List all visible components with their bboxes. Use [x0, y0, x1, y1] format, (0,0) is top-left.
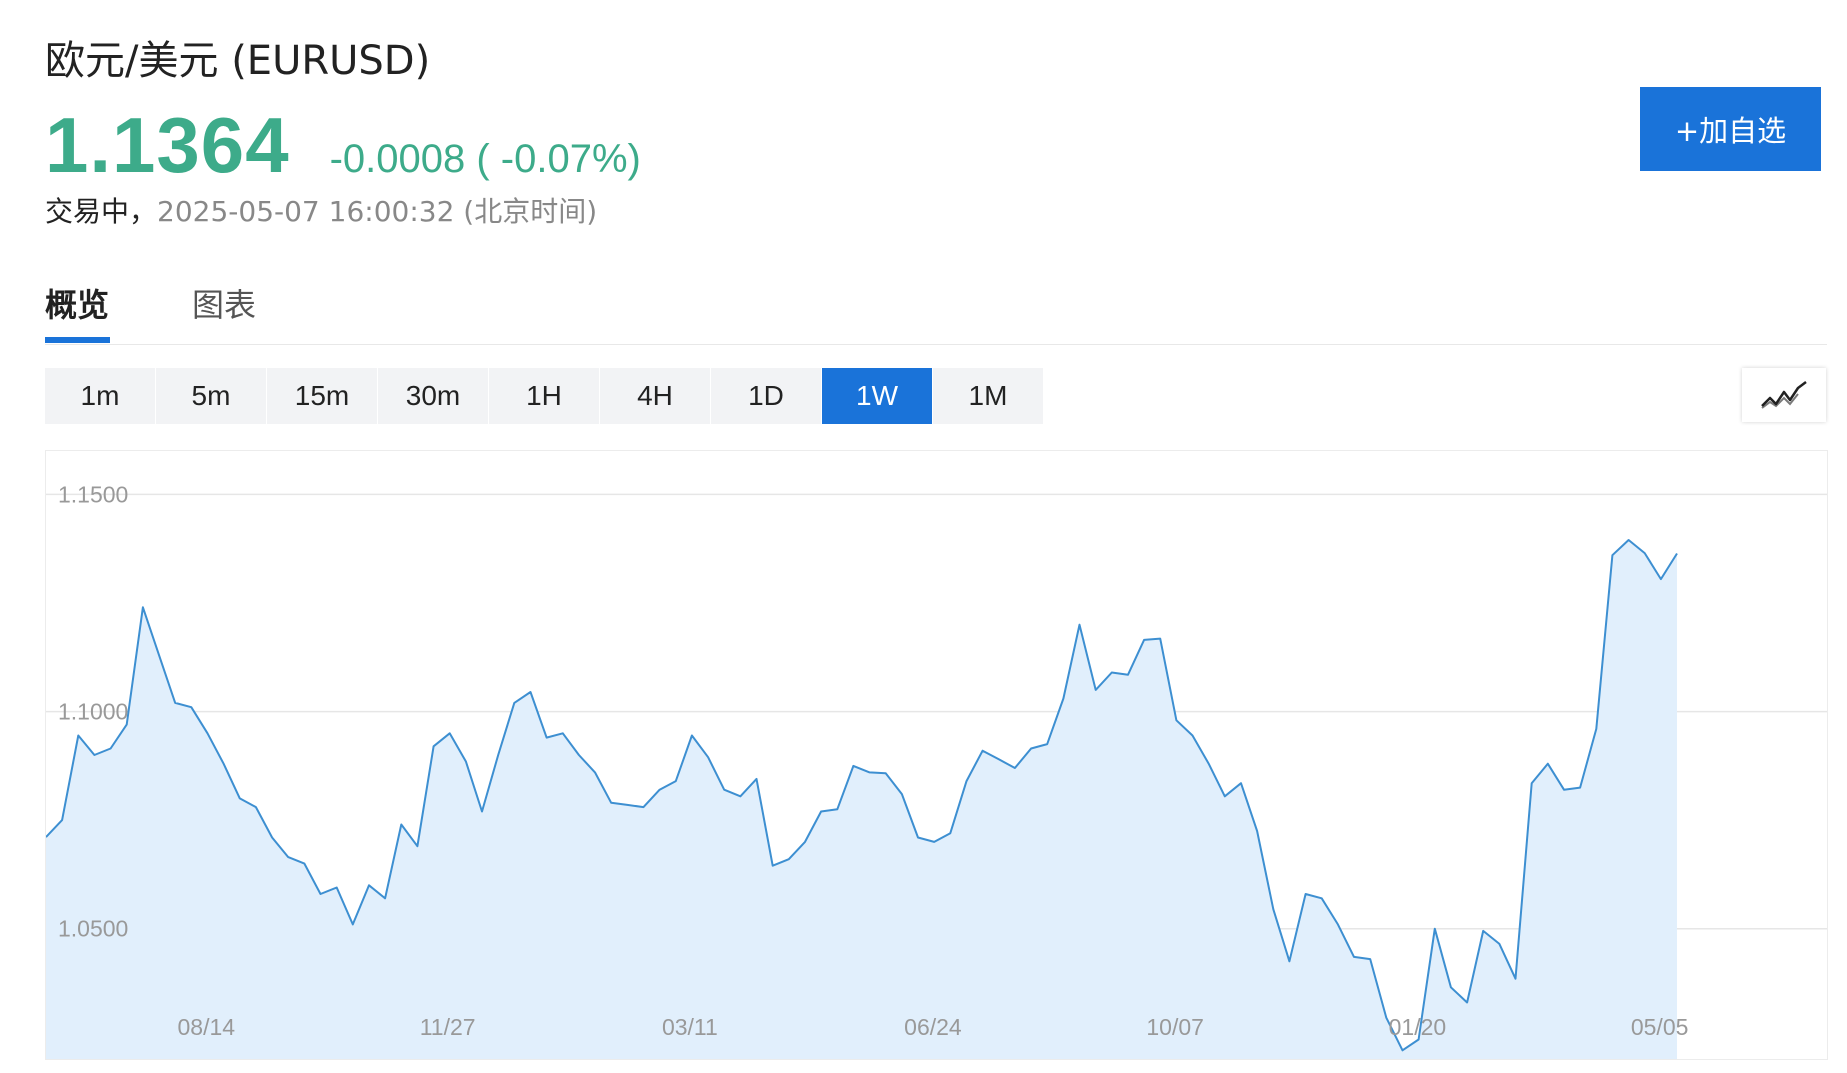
- current-price: 1.1364: [45, 101, 290, 189]
- period-1m[interactable]: 1m: [45, 368, 155, 424]
- y-tick-label: 1.1000: [58, 699, 128, 725]
- period-1h[interactable]: 1H: [489, 368, 599, 424]
- line-chart-icon: [1761, 381, 1807, 409]
- x-tick-label: 03/11: [662, 1014, 718, 1040]
- chart-type-button[interactable]: [1742, 368, 1826, 422]
- x-tick-label: 11/27: [420, 1014, 476, 1040]
- timestamp: 2025-05-07 16:00:32 (北京时间): [157, 195, 598, 228]
- x-tick-label: 05/05: [1631, 1014, 1689, 1040]
- x-tick-label: 06/24: [904, 1014, 962, 1040]
- active-tab-indicator: [45, 337, 110, 343]
- y-tick-label: 1.1500: [58, 481, 128, 507]
- tab-overview[interactable]: 概览: [45, 280, 109, 326]
- price-change: -0.0008 ( -0.07%): [329, 137, 641, 181]
- period-1d[interactable]: 1D: [711, 368, 821, 424]
- price-row: 1.1364 -0.0008 ( -0.07%): [45, 100, 641, 191]
- x-tick-label: 01/20: [1389, 1014, 1447, 1040]
- period-4h[interactable]: 4H: [600, 368, 710, 424]
- y-tick-label: 1.0500: [58, 916, 128, 942]
- status-label: 交易中，: [45, 195, 158, 228]
- price-chart: 1.1500 1.1000 1.0500 08/14 11/27 03/11 06/24 10…: [45, 450, 1828, 1060]
- tab-chart[interactable]: 图表: [192, 280, 256, 326]
- period-selector: 1m 5m 15m 30m 1H 4H 1D 1W 1M: [45, 368, 1044, 424]
- period-1w[interactable]: 1W: [822, 368, 932, 424]
- tab-bar: 概览 图表: [45, 270, 1827, 345]
- period-30m[interactable]: 30m: [378, 368, 488, 424]
- period-15m[interactable]: 15m: [267, 368, 377, 424]
- chart-svg: 1.1500 1.1000 1.0500 08/14 11/27 03/11 06/24 10…: [46, 481, 1827, 1059]
- period-1mo[interactable]: 1M: [933, 368, 1043, 424]
- x-tick-label: 08/14: [177, 1014, 235, 1040]
- period-5m[interactable]: 5m: [156, 368, 266, 424]
- trading-status: 交易中，2025-05-07 16:00:32 (北京时间): [45, 190, 597, 230]
- x-tick-label: 10/07: [1146, 1014, 1204, 1040]
- page-title: 欧元/美元 (EURUSD): [45, 38, 431, 84]
- add-watchlist-button[interactable]: +加自选: [1640, 87, 1821, 171]
- price-area-fill: [46, 540, 1677, 1059]
